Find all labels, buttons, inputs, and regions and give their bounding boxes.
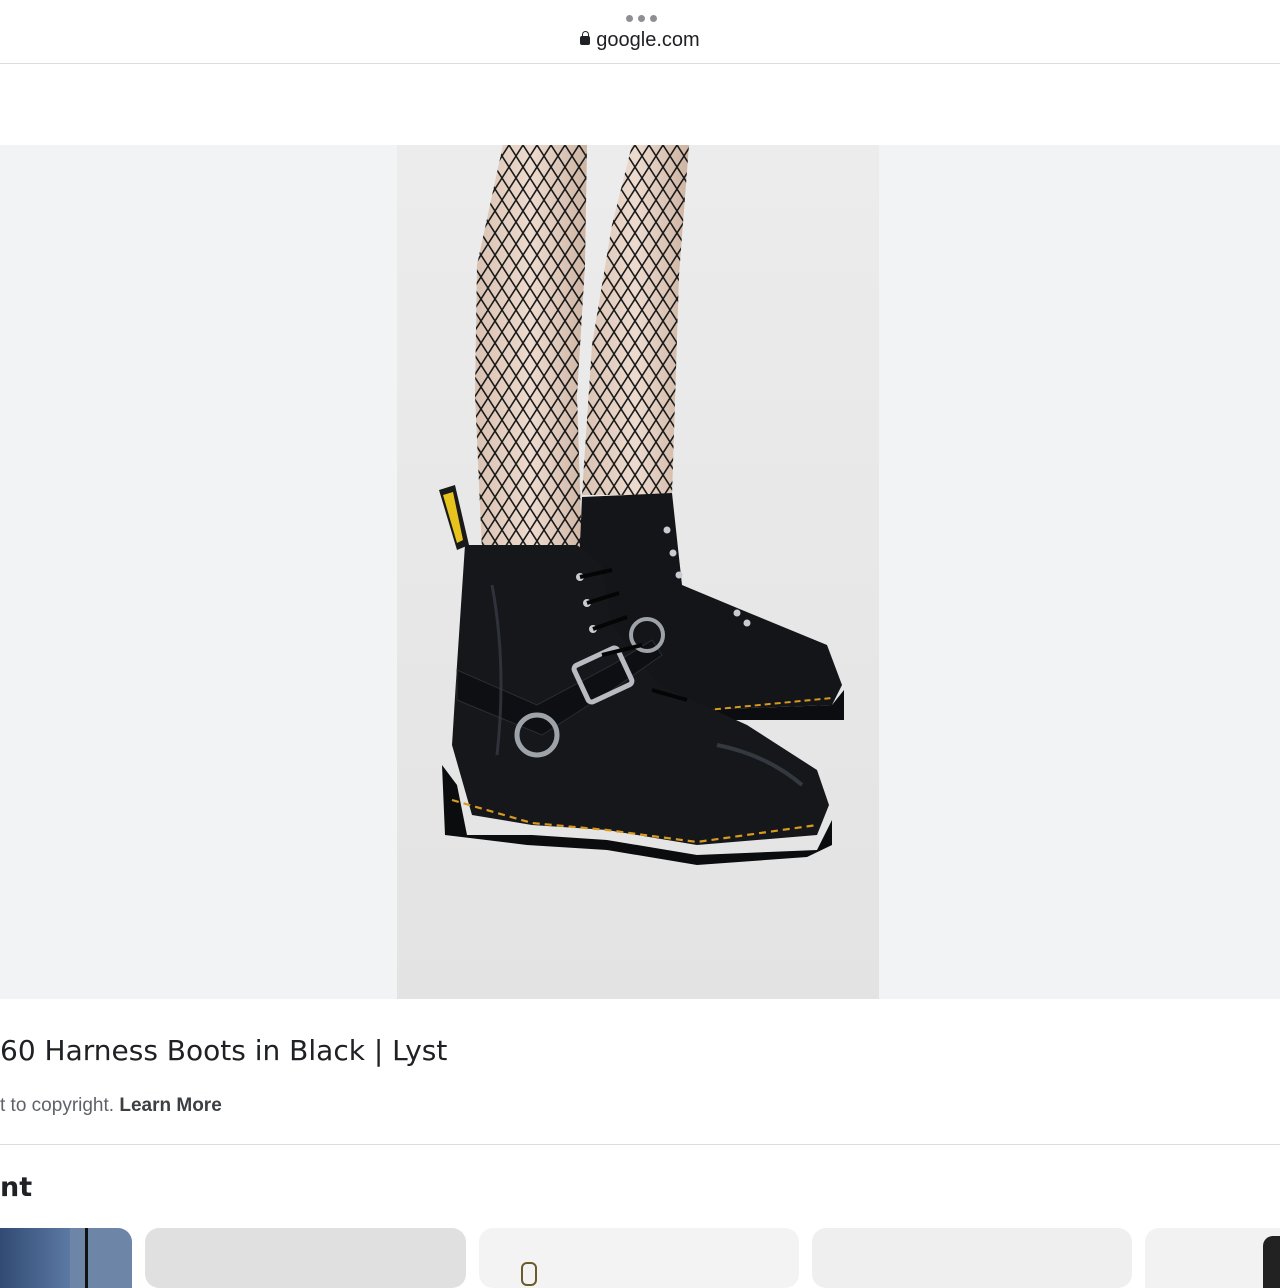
lock-icon xyxy=(580,31,591,45)
related-thumbnail[interactable] xyxy=(0,1228,132,1288)
related-thumbnail[interactable] xyxy=(1145,1228,1280,1288)
learn-more-link[interactable]: Learn More xyxy=(119,1095,221,1116)
more-options-icon[interactable] xyxy=(621,15,661,25)
product-image[interactable] xyxy=(397,145,879,999)
url-text: google.com xyxy=(596,29,700,51)
section-divider xyxy=(0,1144,1280,1145)
related-thumbnail[interactable] xyxy=(479,1228,799,1288)
copyright-text: t to copyright. xyxy=(0,1095,115,1116)
image-title[interactable]: 60 Harness Boots in Black | Lyst xyxy=(0,1034,447,1067)
copyright-notice: t to copyright. Learn More xyxy=(0,1095,222,1117)
related-thumbnail[interactable] xyxy=(812,1228,1132,1288)
related-thumbnail[interactable] xyxy=(145,1228,466,1288)
related-section-heading: nt xyxy=(0,1172,33,1203)
address-bar[interactable]: google.com xyxy=(0,29,1280,52)
browser-top-bar: google.com xyxy=(0,0,1280,64)
